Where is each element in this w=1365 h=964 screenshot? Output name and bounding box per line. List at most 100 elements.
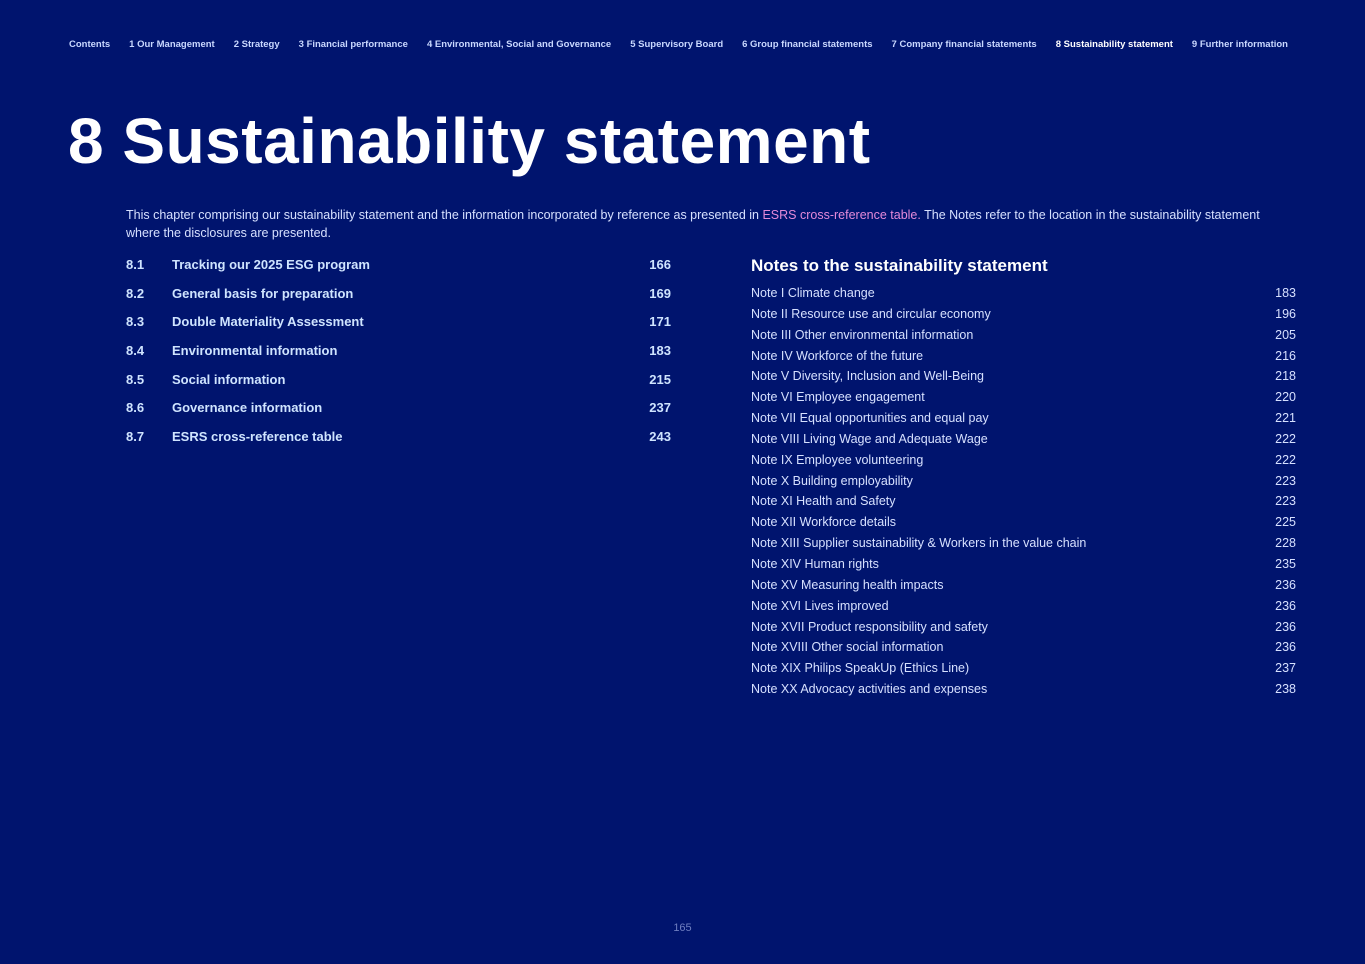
toc-page: 169 [649, 285, 671, 301]
toc-number: 8.1 [126, 257, 145, 272]
notes-list: Notes to the sustainability statement No… [751, 256, 1296, 703]
note-item[interactable]: Note XVI Lives improved 236 [751, 599, 1296, 620]
note-item[interactable]: Note XIII Supplier sustainability & Work… [751, 536, 1296, 557]
nav-item[interactable]: 1 Our Management [129, 39, 215, 50]
note-item[interactable]: Note III Other environmental information… [751, 328, 1296, 349]
note-item[interactable]: Note XIX Philips SpeakUp (Ethics Line) 23… [751, 661, 1296, 682]
toc-item[interactable]: 8.1 Tracking our 2025 ESG program 166 [126, 257, 671, 286]
note-item[interactable]: Note XIV Human rights 235 [751, 557, 1296, 578]
toc-page: 237 [649, 400, 671, 416]
note-page: 236 [1275, 619, 1296, 634]
note-title: Note XVI Lives improved [751, 598, 889, 613]
note-item[interactable]: Note XX Advocacy activities and expenses… [751, 682, 1296, 703]
note-item[interactable]: Note XV Measuring health impacts 236 [751, 578, 1296, 599]
note-item[interactable]: Note XVII Product responsibility and saf… [751, 620, 1296, 641]
note-item[interactable]: Note II Resource use and circular econom… [751, 307, 1296, 328]
note-page: 235 [1275, 556, 1296, 571]
toc-page: 183 [649, 343, 671, 359]
toc-item[interactable]: 8.5 Social information 215 [126, 372, 671, 401]
note-item[interactable]: Note XI Health and Safety 223 [751, 494, 1296, 515]
note-page: 236 [1275, 640, 1296, 655]
toc-title: Governance information [172, 400, 323, 416]
note-title: Note III Other environmental information [751, 327, 974, 342]
note-page: 205 [1275, 327, 1296, 342]
toc-item[interactable]: 8.2 General basis for preparation 169 [126, 286, 671, 315]
note-page: 221 [1275, 411, 1296, 426]
note-title: Note XI Health and Safety [751, 494, 896, 509]
toc-number: 8.3 [126, 314, 145, 330]
toc-number: 8.7 [126, 429, 145, 445]
toc-title: Tracking our 2025 ESG program [172, 257, 370, 272]
toc-item[interactable]: 8.6 Governance information 237 [126, 400, 671, 429]
nav-item[interactable]: 8 Sustainability statement [1056, 39, 1173, 50]
nav-item[interactable]: 7 Company financial statements [892, 39, 1037, 50]
note-page: 228 [1275, 536, 1296, 551]
note-item[interactable]: Note IV Workforce of the future 216 [751, 349, 1296, 370]
note-page: 183 [1275, 286, 1296, 300]
note-page: 220 [1275, 390, 1296, 405]
note-title: Note XX Advocacy activities and expenses [751, 682, 988, 697]
note-title: Note IV Workforce of the future [751, 348, 924, 363]
note-title: Note VIII Living Wage and Adequate Wage [751, 431, 988, 446]
note-page: 236 [1275, 577, 1296, 592]
note-title: Note XVIII Other social information [751, 640, 944, 655]
toc-title: Social information [172, 371, 286, 387]
toc-item[interactable]: 8.7 ESRS cross-reference table 243 [126, 429, 671, 458]
note-title: Note XIII Supplier sustainability & Work… [751, 536, 1087, 551]
chapter-toc: 8.1 Tracking our 2025 ESG program 166 8.2 Ge… [126, 257, 671, 458]
page-title: 8 Sustainability statement [68, 105, 871, 177]
toc-number: 8.2 [126, 285, 145, 301]
note-title: Note VI Employee engagement [751, 390, 925, 405]
toc-number: 8.6 [126, 400, 145, 416]
toc-number: 8.4 [126, 343, 145, 359]
note-item[interactable]: Note X Building employability 223 [751, 474, 1296, 495]
toc-item[interactable]: 8.3 Double Materiality Assessment 171 [126, 314, 671, 343]
note-page: 225 [1275, 515, 1296, 530]
toc-page: 243 [649, 429, 671, 445]
note-title: Note XVII Product responsibility and saf… [751, 619, 988, 634]
nav-item[interactable]: 9 Further information [1192, 39, 1288, 50]
toc-title: Environmental information [172, 343, 338, 359]
page-number: 165 [673, 922, 692, 934]
toc-title: General basis for preparation [172, 285, 354, 301]
note-item[interactable]: Note I Climate change 183 [751, 286, 1296, 307]
note-title: Note XV Measuring health impacts [751, 577, 944, 592]
note-item[interactable]: Note XVIII Other social information 236 [751, 640, 1296, 661]
note-page: 223 [1275, 494, 1296, 509]
top-navigation: Contents 1 Our Management 2 Strategy 3 Fina… [69, 39, 1288, 50]
nav-item[interactable]: 2 Strategy [234, 39, 280, 50]
note-item[interactable]: Note VIII Living Wage and Adequate Wage 2… [751, 432, 1296, 453]
note-item[interactable]: Note V Diversity, Inclusion and Well-Bei… [751, 369, 1296, 390]
note-page: 196 [1275, 306, 1296, 321]
nav-item[interactable]: 3 Financial performance [299, 39, 408, 50]
nav-item[interactable]: 6 Group financial statements [742, 39, 872, 50]
note-title: Note I Climate change [751, 286, 875, 300]
note-title: Note IX Employee volunteering [751, 452, 924, 467]
note-title: Note XII Workforce details [751, 515, 896, 530]
esrs-link[interactable]: ESRS cross-reference table. [762, 208, 920, 222]
nav-item[interactable]: 4 Environmental, Social and Governance [427, 39, 611, 50]
note-title: Note V Diversity, Inclusion and Well-Bei… [751, 369, 984, 384]
nav-item[interactable]: 5 Supervisory Board [630, 39, 723, 50]
note-title: Note XIX Philips SpeakUp (Ethics Line) [751, 661, 970, 676]
note-title: Note X Building employability [751, 473, 913, 488]
toc-page: 171 [649, 314, 671, 330]
toc-title: Double Materiality Assessment [172, 314, 364, 330]
note-item[interactable]: Note VII Equal opportunities and equal p… [751, 411, 1296, 432]
note-item[interactable]: Note XII Workforce details 225 [751, 515, 1296, 536]
intro-before: This chapter comprising our sustainabili… [126, 207, 763, 222]
note-page: 238 [1275, 682, 1296, 697]
note-title: Note VII Equal opportunities and equal p… [751, 411, 989, 426]
notes-heading: Notes to the sustainability statement [751, 256, 1048, 275]
note-page: 222 [1275, 431, 1296, 446]
note-item[interactable]: Note IX Employee volunteering 222 [751, 453, 1296, 474]
note-page: 236 [1275, 598, 1296, 613]
note-page: 237 [1275, 661, 1296, 676]
nav-item[interactable]: Contents [69, 39, 110, 50]
toc-number: 8.5 [126, 371, 145, 387]
note-title: Note XIV Human rights [751, 556, 879, 571]
toc-item[interactable]: 8.4 Environmental information 183 [126, 343, 671, 372]
toc-page: 166 [649, 257, 671, 272]
note-title: Note II Resource use and circular econom… [751, 306, 991, 321]
note-item[interactable]: Note VI Employee engagement 220 [751, 390, 1296, 411]
